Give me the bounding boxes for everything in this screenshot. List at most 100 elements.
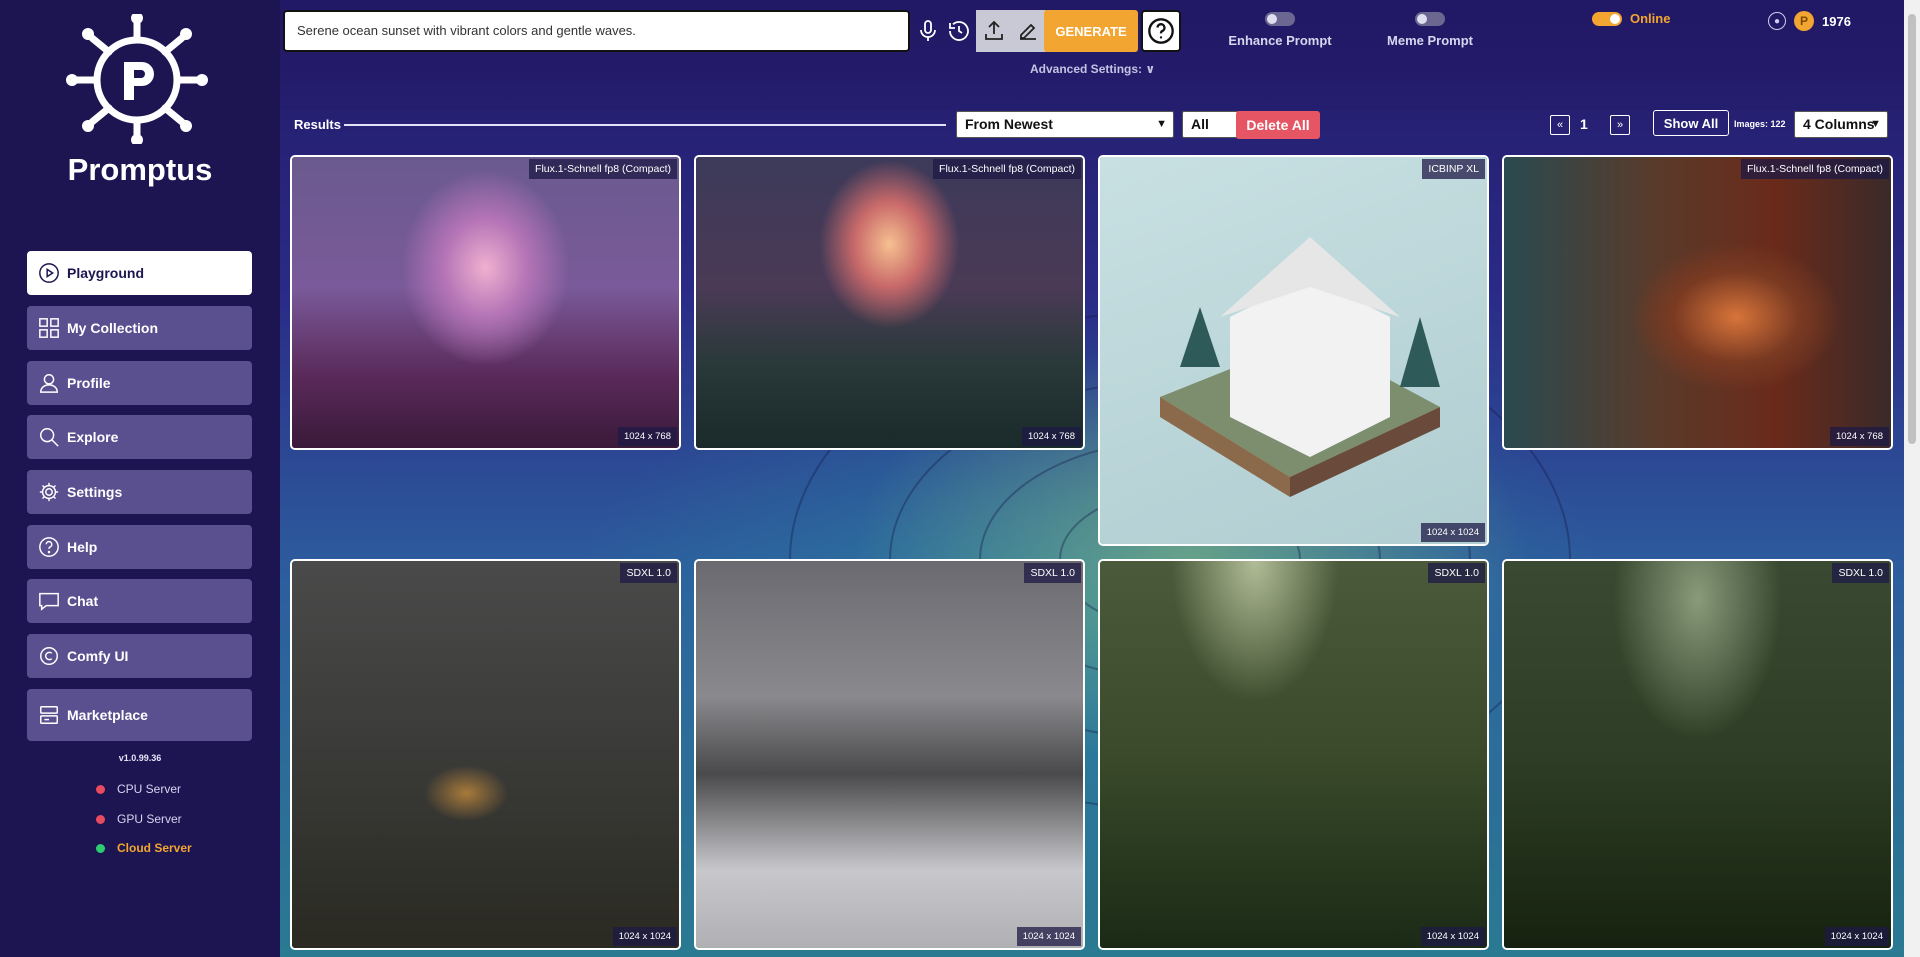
online-toggle[interactable]: Online [1592, 11, 1670, 26]
result-card[interactable]: SDXL 1.0 1024 x 1024 [694, 559, 1085, 950]
size-badge: 1024 x 768 [1829, 427, 1889, 446]
filter-select-value: All [1191, 116, 1209, 132]
scrollbar-thumb[interactable] [1908, 14, 1916, 444]
double-chevron-right-icon: » [1616, 119, 1624, 131]
model-badge: Flux.1-Schnell fp8 (Compact) [933, 159, 1081, 179]
sort-select[interactable]: From Newest ▼ [956, 111, 1174, 138]
sidebar-item-my-collection[interactable]: My Collection [27, 306, 252, 350]
size-badge: 1024 x 1024 [1824, 927, 1889, 946]
main-area: Serene ocean sunset with vibrant colors … [280, 0, 1904, 957]
result-card[interactable]: SDXL 1.0 1024 x 1024 [1098, 559, 1489, 950]
sidebar: Promptus Playground My Collection Profil… [0, 0, 280, 957]
play-icon [37, 261, 61, 285]
model-badge: SDXL 1.0 [620, 563, 677, 583]
size-badge: 1024 x 1024 [1420, 523, 1485, 542]
edit-button[interactable] [1010, 10, 1046, 52]
search-icon [37, 425, 61, 449]
sidebar-item-label: Explore [67, 429, 119, 445]
upload-button[interactable] [976, 10, 1012, 52]
result-card[interactable]: ICBINP XL 1024 x 1024 [1098, 155, 1489, 546]
coin-icon: P [1794, 11, 1814, 31]
server-label: Cloud Server [117, 841, 192, 855]
sidebar-item-explore[interactable]: Explore [27, 415, 252, 459]
divider [344, 124, 946, 126]
result-card[interactable]: SDXL 1.0 1024 x 1024 [1502, 559, 1893, 950]
sidebar-item-label: Marketplace [67, 707, 148, 723]
advanced-settings-label: Advanced Settings: [1030, 62, 1143, 76]
enhance-prompt-toggle[interactable]: Enhance Prompt [1220, 10, 1340, 48]
generate-button[interactable]: GENERATE [1044, 10, 1138, 52]
generated-image [292, 561, 679, 948]
online-label: Online [1630, 11, 1671, 26]
brand-name: Promptus [67, 152, 213, 187]
edit-icon [1020, 23, 1036, 40]
prev-page-button[interactable]: « [1550, 115, 1570, 135]
upload-icon [985, 20, 1003, 40]
user-area: ● P 1976 [1768, 11, 1851, 31]
help-button[interactable] [1141, 10, 1181, 52]
sidebar-item-playground[interactable]: Playground [27, 251, 252, 295]
size-badge: 1024 x 768 [617, 427, 677, 446]
sidebar-item-label: Chat [67, 593, 99, 609]
server-label: GPU Server [117, 812, 182, 826]
size-badge: 1024 x 1024 [612, 927, 677, 946]
question-icon [37, 535, 61, 559]
microphone-icon [920, 20, 936, 41]
model-badge: SDXL 1.0 [1832, 563, 1889, 583]
sidebar-item-label: Profile [67, 375, 111, 391]
toggle-switch[interactable] [1415, 12, 1445, 26]
result-card[interactable]: Flux.1-Schnell fp8 (Compact) 1024 x 768 [290, 155, 681, 450]
generated-image [696, 561, 1083, 948]
model-badge: SDXL 1.0 [1428, 563, 1485, 583]
result-card[interactable]: Flux.1-Schnell fp8 (Compact) 1024 x 768 [1502, 155, 1893, 450]
show-all-button[interactable]: Show All [1653, 110, 1729, 136]
size-badge: 1024 x 1024 [1420, 927, 1485, 946]
toggle-switch[interactable] [1265, 12, 1295, 26]
meme-prompt-toggle[interactable]: Meme Prompt [1370, 10, 1490, 48]
gear-icon [37, 480, 61, 504]
model-badge: SDXL 1.0 [1024, 563, 1081, 583]
sort-select-value: From Newest [965, 116, 1053, 132]
server-label: CPU Server [117, 782, 182, 796]
results-toolbar: Results From Newest ▼ All ▼ Delete All «… [294, 110, 1894, 140]
generated-image [696, 157, 1083, 448]
next-page-button[interactable]: » [1610, 115, 1630, 135]
columns-select[interactable]: 4 Columns ▼ [1794, 111, 1888, 138]
sidebar-item-settings[interactable]: Settings [27, 470, 252, 514]
generated-image [1100, 561, 1487, 948]
grid-icon [37, 316, 61, 340]
sidebar-item-help[interactable]: Help [27, 525, 252, 569]
history-icon [949, 21, 969, 41]
prompt-input[interactable]: Serene ocean sunset with vibrant colors … [283, 10, 910, 52]
store-icon [37, 703, 61, 727]
status-dot [96, 814, 105, 824]
results-label: Results [294, 117, 341, 132]
history-button[interactable] [941, 10, 977, 52]
credit-balance: 1976 [1822, 13, 1851, 29]
sidebar-item-label: My Collection [67, 320, 159, 336]
sidebar-item-chat[interactable]: Chat [27, 579, 252, 623]
page-scrollbar[interactable] [1904, 0, 1920, 957]
toggle-label: Enhance Prompt [1228, 33, 1332, 48]
toggle-switch[interactable] [1592, 11, 1622, 26]
page-number: 1 [1580, 116, 1588, 132]
delete-all-button[interactable]: Delete All [1236, 111, 1320, 139]
user-icon [37, 371, 61, 395]
generated-image [292, 157, 679, 448]
sidebar-item-marketplace[interactable]: Marketplace [27, 689, 252, 741]
model-badge: Flux.1-Schnell fp8 (Compact) [1741, 159, 1889, 179]
toggle-label: Meme Prompt [1387, 33, 1473, 48]
sidebar-item-profile[interactable]: Profile [27, 361, 252, 405]
images-count: Images: 122 [1734, 119, 1786, 129]
advanced-settings-toggle[interactable]: Advanced Settings: ∨ [1030, 62, 1155, 76]
size-badge: 1024 x 768 [1021, 427, 1081, 446]
result-card[interactable]: Flux.1-Schnell fp8 (Compact) 1024 x 768 [694, 155, 1085, 450]
sidebar-item-label: Playground [67, 265, 145, 281]
sidebar-item-label: Comfy UI [67, 648, 129, 664]
comfy-icon [37, 644, 61, 668]
sidebar-item-comfy-ui[interactable]: Comfy UI [27, 634, 252, 678]
avatar-icon[interactable]: ● [1768, 12, 1786, 30]
result-card[interactable]: SDXL 1.0 1024 x 1024 [290, 559, 681, 950]
sidebar-item-label: Help [67, 539, 98, 555]
status-dot [96, 784, 105, 794]
